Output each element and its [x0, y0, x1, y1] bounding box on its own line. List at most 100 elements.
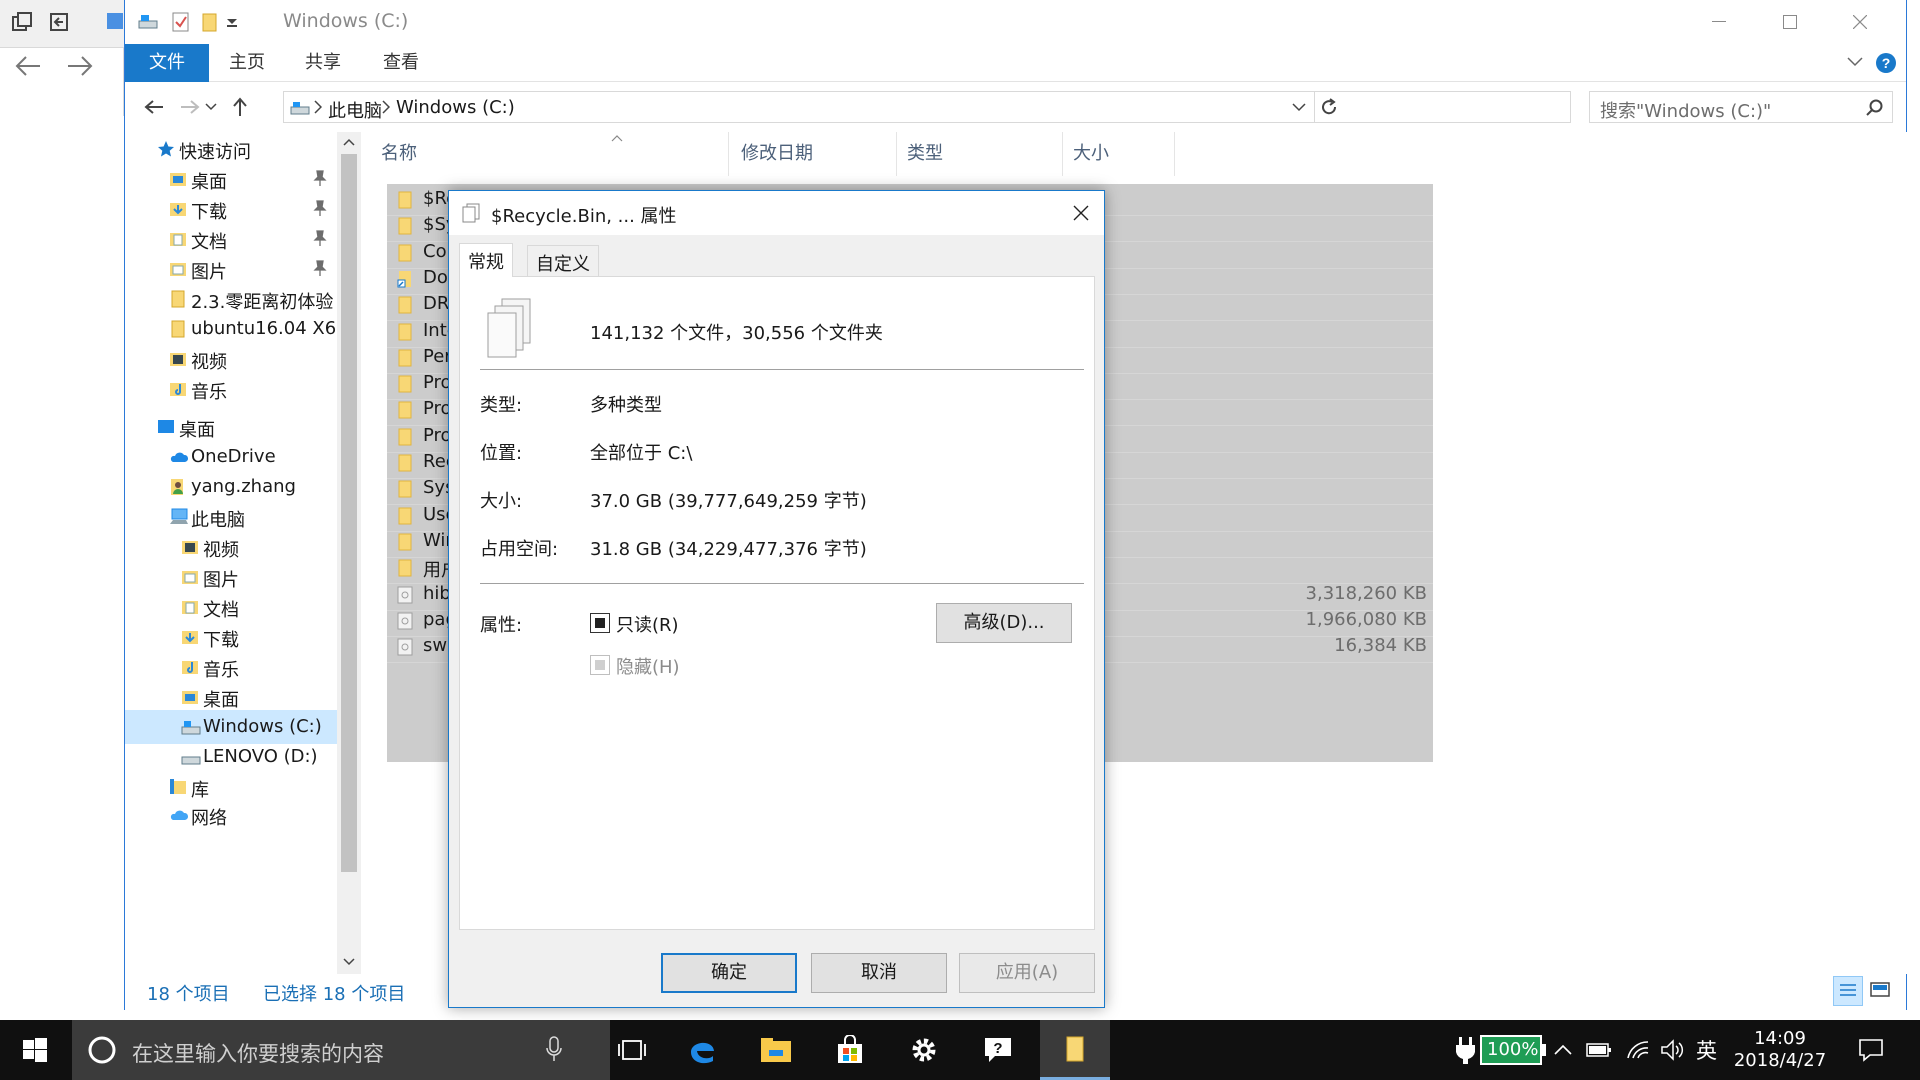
readonly-label[interactable]: 只读(R)	[616, 611, 679, 637]
recent-locations-chevron-icon[interactable]	[201, 94, 221, 120]
large-icons-view-icon[interactable]	[1869, 980, 1891, 1000]
scroll-up-icon[interactable]	[343, 138, 355, 146]
file-size: 3,318,260 KB	[1305, 582, 1427, 604]
nav-scroll-thumb[interactable]	[341, 154, 357, 872]
action-center-icon[interactable]	[1858, 1020, 1884, 1080]
nav-pc-desktop[interactable]: 桌面	[125, 680, 337, 714]
ok-button[interactable]: 确定	[661, 953, 797, 993]
column-header-size[interactable]: 大小	[1063, 132, 1175, 176]
copy-icon[interactable]	[12, 12, 34, 32]
disk-size-value: 31.8 GB (34,229,477,376 字节)	[590, 539, 867, 560]
column-header-type[interactable]: 类型	[897, 132, 1063, 176]
customize-qat-icon[interactable]	[225, 14, 239, 28]
nav-pc-pictures[interactable]: 图片	[125, 560, 337, 594]
nav-pc-drive-d[interactable]: LENOVO (D:)	[125, 740, 337, 774]
breadcrumb-drive[interactable]: Windows (C:)	[396, 97, 515, 118]
close-button[interactable]	[1825, 0, 1895, 44]
microphone-icon[interactable]	[546, 1036, 562, 1062]
help-icon[interactable]: ?	[1875, 52, 1897, 74]
cortana-icon[interactable]	[86, 1034, 118, 1066]
clock[interactable]: 14:09 2018/4/27	[1734, 1020, 1826, 1080]
column-header-date[interactable]: 修改日期	[731, 132, 897, 176]
edge-browser-icon[interactable]	[670, 1020, 734, 1080]
search-input[interactable]: 搜索"Windows (C:)"	[1589, 91, 1893, 123]
nav-pc-videos[interactable]: 视频	[125, 530, 337, 564]
maximize-button[interactable]	[1755, 0, 1825, 44]
volume-icon[interactable]	[1660, 1020, 1686, 1080]
active-explorer-icon[interactable]	[1040, 1020, 1110, 1080]
settings-gear-icon[interactable]	[892, 1020, 956, 1080]
tab-customize[interactable]: 自定义	[527, 245, 599, 277]
up-button[interactable]	[225, 94, 255, 120]
nav-quick-access[interactable]: 快速访问	[125, 132, 337, 166]
details-view-icon[interactable]	[1833, 976, 1863, 1006]
feedback-hub-icon[interactable]: ?	[966, 1020, 1030, 1080]
nav-label: 图片	[191, 262, 227, 283]
taskbar-search-box[interactable]: 在这里输入你要搜索的内容	[72, 1020, 610, 1080]
column-header-name[interactable]: 名称	[371, 132, 729, 176]
properties-icon[interactable]	[171, 11, 191, 33]
bg-back-arrow-icon[interactable]	[14, 54, 42, 78]
dialog-close-button[interactable]	[1058, 191, 1104, 235]
nav-quick-pictures[interactable]: 图片	[125, 252, 337, 286]
minimize-button[interactable]	[1684, 0, 1754, 44]
tab-view[interactable]: 查看	[369, 44, 433, 82]
nav-quick-music[interactable]: 音乐	[125, 372, 337, 406]
nav-quick-folder-2[interactable]: ubuntu16.04 X6	[125, 312, 337, 346]
address-box[interactable]: 此电脑 Windows (C:)	[283, 91, 1571, 123]
music-folder-icon	[181, 658, 199, 676]
folder-icon	[397, 401, 413, 419]
nav-quick-folder-1[interactable]: 2.3.零距离初体验	[125, 282, 337, 316]
file-explorer-icon[interactable]	[744, 1020, 808, 1080]
cancel-button[interactable]: 取消	[811, 953, 947, 993]
store-icon[interactable]	[818, 1020, 882, 1080]
readonly-checkbox[interactable]	[590, 613, 610, 633]
nav-pc-documents[interactable]: 文档	[125, 590, 337, 624]
folder-icon	[397, 507, 413, 525]
paste-icon[interactable]	[48, 12, 70, 32]
nav-quick-desktop[interactable]: 桌面	[125, 162, 337, 196]
start-button[interactable]	[0, 1020, 70, 1080]
tab-home[interactable]: 主页	[215, 44, 279, 82]
pin-icon[interactable]	[313, 259, 327, 277]
nav-scrollbar[interactable]	[337, 132, 361, 974]
nav-pc-drive-c[interactable]: Windows (C:)	[125, 710, 337, 744]
breadcrumb-this-pc[interactable]: 此电脑	[328, 97, 382, 123]
nav-network[interactable]: 网络	[125, 798, 337, 832]
show-hidden-icons-chevron-icon[interactable]	[1554, 1020, 1572, 1080]
refresh-icon[interactable]	[1320, 98, 1338, 116]
bg-forward-arrow-icon[interactable]	[66, 54, 94, 78]
nav-desktop[interactable]: 桌面	[125, 410, 337, 444]
pin-icon[interactable]	[313, 199, 327, 217]
pin-icon[interactable]	[313, 169, 327, 187]
nav-label: 桌面	[191, 172, 227, 193]
battery-tray-icon[interactable]	[1586, 1020, 1612, 1080]
pin-icon[interactable]	[313, 229, 327, 247]
new-folder-icon[interactable]	[201, 11, 219, 33]
address-dropdown-icon[interactable]	[1292, 103, 1306, 112]
ribbon-expand-icon[interactable]	[1847, 56, 1863, 68]
tab-file[interactable]: 文件	[125, 44, 209, 82]
input-method-indicator[interactable]: 英	[1696, 1020, 1717, 1080]
chevron-right-icon[interactable]	[314, 100, 322, 114]
nav-onedrive[interactable]: OneDrive	[125, 440, 337, 474]
search-icon[interactable]	[1866, 99, 1884, 117]
nav-quick-videos[interactable]: 视频	[125, 342, 337, 376]
scroll-down-icon[interactable]	[343, 958, 355, 966]
nav-quick-downloads[interactable]: 下载	[125, 192, 337, 226]
nav-this-pc[interactable]: 此电脑	[125, 500, 337, 534]
folder-icon	[169, 290, 187, 308]
tab-share[interactable]: 共享	[291, 44, 355, 82]
wifi-icon[interactable]	[1626, 1020, 1650, 1080]
back-button[interactable]	[139, 94, 169, 120]
nav-user[interactable]: yang.zhang	[125, 470, 337, 504]
nav-pc-music[interactable]: 音乐	[125, 650, 337, 684]
task-view-icon[interactable]	[600, 1020, 664, 1080]
nav-pc-downloads[interactable]: 下载	[125, 620, 337, 654]
power-plug-icon[interactable]	[1456, 1020, 1476, 1080]
nav-quick-documents[interactable]: 文档	[125, 222, 337, 256]
tab-general[interactable]: 常规	[459, 243, 513, 277]
chevron-right-icon[interactable]	[382, 100, 390, 114]
advanced-button[interactable]: 高级(D)...	[936, 603, 1072, 643]
battery-indicator[interactable]: 100%	[1480, 1020, 1546, 1080]
